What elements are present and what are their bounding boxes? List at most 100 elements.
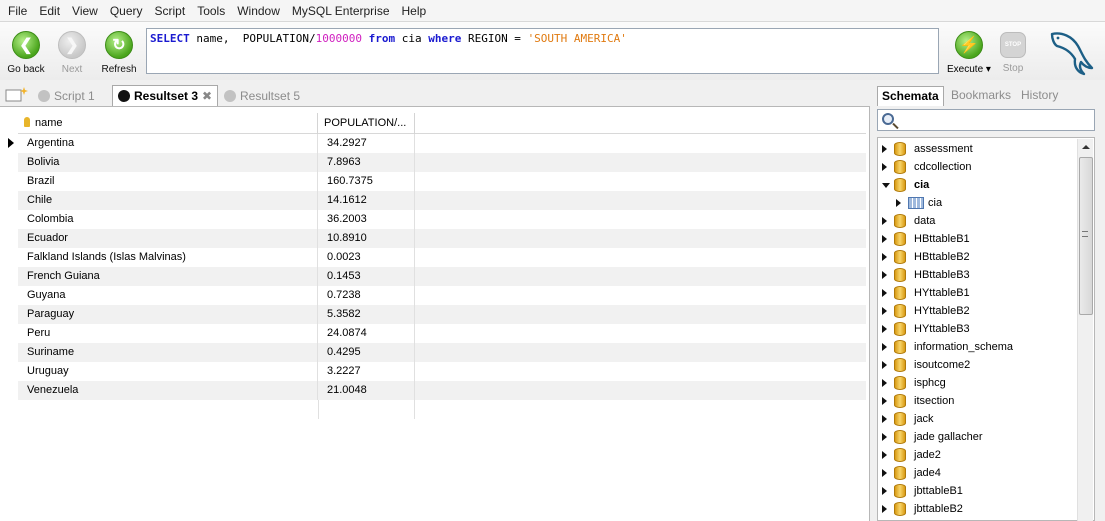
menu-view[interactable]: View <box>66 1 104 21</box>
cell-population[interactable]: 0.7238 <box>318 286 415 305</box>
cell-population[interactable]: 21.0048 <box>318 381 415 400</box>
tree-schema-item[interactable]: assessment <box>878 140 1078 158</box>
new-row[interactable] <box>18 400 415 419</box>
tab-resultset-5[interactable]: Resultset 5 <box>224 85 300 106</box>
tree-schema-item[interactable]: jade4 <box>878 464 1078 482</box>
cell-population[interactable]: 0.1453 <box>318 267 415 286</box>
menu-mysql-enterprise[interactable]: MySQL Enterprise <box>286 1 396 21</box>
table-row[interactable]: Paraguay 5.3582 <box>18 305 866 324</box>
cell-population[interactable]: 0.4295 <box>318 343 415 362</box>
tree-table-item[interactable]: cia <box>878 194 1078 212</box>
cell-population[interactable]: 10.8910 <box>318 229 415 248</box>
table-row[interactable]: Chile 14.1612 <box>18 191 866 210</box>
tab-script-1[interactable]: Script 1 <box>38 85 95 106</box>
cell-name[interactable]: Guyana <box>18 286 318 305</box>
tree-schema-item[interactable]: data <box>878 212 1078 230</box>
result-grid[interactable]: name POPULATION/... Argentina 34.2927 Boli… <box>0 106 870 521</box>
expand-arrow-icon[interactable] <box>882 415 887 423</box>
tab-resultset-3[interactable]: Resultset 3 ✖ <box>112 85 219 106</box>
scroll-up-icon[interactable] <box>1082 145 1090 149</box>
expand-arrow-icon[interactable] <box>882 343 887 351</box>
cell-population[interactable]: 7.8963 <box>318 153 415 172</box>
menu-edit[interactable]: Edit <box>33 1 66 21</box>
query-editor[interactable]: SELECT name, POPULATION/1000000 from cia… <box>146 28 939 74</box>
tree-schema-item[interactable]: jack <box>878 410 1078 428</box>
cell-population[interactable]: 5.3582 <box>318 305 415 324</box>
column-header-population[interactable]: POPULATION/... <box>318 113 415 134</box>
cell-name[interactable]: Ecuador <box>18 229 318 248</box>
expand-arrow-icon[interactable] <box>882 361 887 369</box>
close-tab-icon[interactable]: ✖ <box>202 86 212 106</box>
table-row[interactable]: Uruguay 3.2227 <box>18 362 866 381</box>
refresh-button[interactable]: ↻ Refresh <box>96 28 142 76</box>
cell-name[interactable]: Chile <box>18 191 318 210</box>
table-row[interactable]: Venezuela 21.0048 <box>18 381 866 400</box>
menu-query[interactable]: Query <box>104 1 149 21</box>
expand-arrow-icon[interactable] <box>882 163 887 171</box>
tree-schema-item[interactable]: HYttableB1 <box>878 284 1078 302</box>
cell-population[interactable]: 36.2003 <box>318 210 415 229</box>
tree-schema-item[interactable]: isphcg <box>878 374 1078 392</box>
cell-name[interactable]: Suriname <box>18 343 318 362</box>
expand-arrow-icon[interactable] <box>882 505 887 513</box>
tree-schema-item[interactable]: jbttableB2 <box>878 500 1078 518</box>
tree-schema-item[interactable]: HYttableB2 <box>878 302 1078 320</box>
cell-name[interactable]: Argentina <box>18 134 318 153</box>
collapse-arrow-icon[interactable] <box>882 183 890 188</box>
cell-population[interactable]: 34.2927 <box>318 134 415 153</box>
new-tab-icon[interactable] <box>5 86 29 102</box>
cell-name[interactable]: Falkland Islands (Islas Malvinas) <box>18 248 318 267</box>
menu-tools[interactable]: Tools <box>191 1 231 21</box>
expand-arrow-icon[interactable] <box>882 325 887 333</box>
table-row[interactable]: Peru 24.0874 <box>18 324 866 343</box>
table-row[interactable]: Argentina 34.2927 <box>18 134 866 153</box>
table-row[interactable]: Ecuador 10.8910 <box>18 229 866 248</box>
expand-arrow-icon[interactable] <box>882 397 887 405</box>
expand-arrow-icon[interactable] <box>882 487 887 495</box>
expand-arrow-icon[interactable] <box>882 379 887 387</box>
cell-name[interactable]: Uruguay <box>18 362 318 381</box>
table-row[interactable]: Falkland Islands (Islas Malvinas) 0.0023 <box>18 248 866 267</box>
tab-bookmarks[interactable]: Bookmarks <box>951 86 1011 106</box>
expand-arrow-icon[interactable] <box>882 469 887 477</box>
cell-population[interactable]: 24.0874 <box>318 324 415 343</box>
next-button[interactable]: ❯ Next <box>49 28 95 76</box>
tree-schema-item[interactable]: jade2 <box>878 446 1078 464</box>
tab-history[interactable]: History <box>1021 86 1058 106</box>
expand-arrow-icon[interactable] <box>882 145 887 153</box>
schema-scrollbar[interactable] <box>1077 139 1093 521</box>
tree-schema-item[interactable]: jbttableB1 <box>878 482 1078 500</box>
table-row[interactable]: French Guiana 0.1453 <box>18 267 866 286</box>
expand-arrow-icon[interactable] <box>882 217 887 225</box>
cell-name[interactable]: Paraguay <box>18 305 318 324</box>
expand-arrow-icon[interactable] <box>882 289 887 297</box>
cell-name[interactable]: Brazil <box>18 172 318 191</box>
stop-button[interactable]: STOP Stop <box>994 28 1032 76</box>
tab-schemata[interactable]: Schemata <box>877 86 944 106</box>
schema-tree[interactable]: assessment cdcollection cia cia data HBttable… <box>877 137 1095 521</box>
expand-arrow-icon[interactable] <box>882 451 887 459</box>
cell-name[interactable]: Colombia <box>18 210 318 229</box>
tree-schema-item[interactable]: cdcollection <box>878 158 1078 176</box>
execute-button[interactable]: ⚡ Execute ▾ <box>946 28 992 76</box>
menu-file[interactable]: File <box>2 1 33 21</box>
go-back-button[interactable]: ❮ Go back <box>3 28 49 76</box>
expand-arrow-icon[interactable] <box>882 235 887 243</box>
cell-population[interactable]: 160.7375 <box>318 172 415 191</box>
table-row[interactable]: Guyana 0.7238 <box>18 286 866 305</box>
cell-population[interactable]: 0.0023 <box>318 248 415 267</box>
cell-population[interactable]: 14.1612 <box>318 191 415 210</box>
expand-arrow-icon[interactable] <box>896 199 901 207</box>
menu-help[interactable]: Help <box>396 1 433 21</box>
schema-search-input[interactable] <box>877 109 1095 131</box>
expand-arrow-icon[interactable] <box>882 307 887 315</box>
expand-arrow-icon[interactable] <box>882 433 887 441</box>
expand-arrow-icon[interactable] <box>882 253 887 261</box>
expand-arrow-icon[interactable] <box>882 271 887 279</box>
tree-schema-item[interactable]: information_schema <box>878 338 1078 356</box>
tree-schema-item[interactable]: HBttableB1 <box>878 230 1078 248</box>
table-row[interactable]: Suriname 0.4295 <box>18 343 866 362</box>
tree-schema-item[interactable]: HBttableB3 <box>878 266 1078 284</box>
tree-schema-item[interactable]: cia <box>878 176 1078 194</box>
cell-name[interactable]: Venezuela <box>18 381 318 400</box>
